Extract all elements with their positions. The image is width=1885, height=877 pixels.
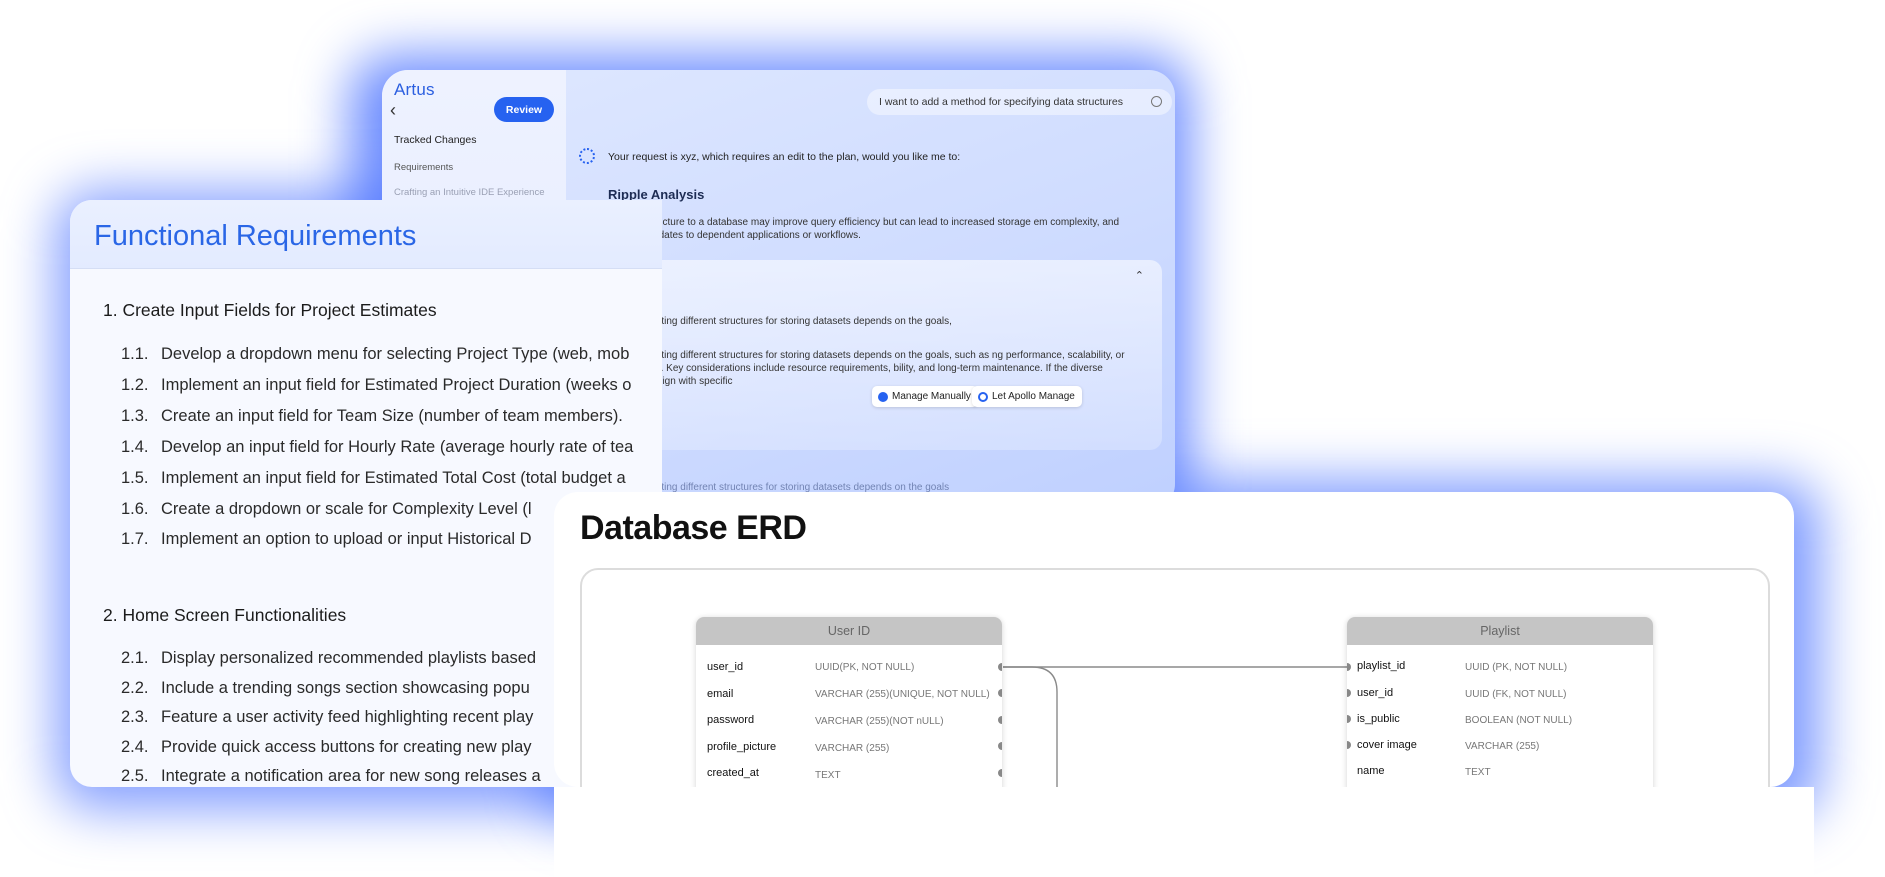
field-type: BOOLEAN (NOT NULL) [1465, 715, 1573, 726]
table-header: User ID [696, 617, 1002, 645]
field-name: playlist_id [1357, 660, 1406, 672]
field-name: cover image [1357, 739, 1417, 751]
field-name: user_id [707, 661, 744, 673]
connector-dot[interactable] [1347, 741, 1351, 749]
connector-dot[interactable] [998, 689, 1002, 697]
table-header: Playlist [1347, 617, 1653, 645]
field-name: email [707, 688, 734, 700]
connector-dot[interactable] [1347, 689, 1351, 697]
field-type: TEXT [815, 770, 841, 781]
field-type: TEXT [1465, 767, 1491, 778]
connector-dot[interactable] [998, 769, 1002, 777]
connector-dot[interactable] [998, 742, 1002, 750]
connector-dot[interactable] [1347, 663, 1351, 671]
field-name: name [1357, 765, 1385, 777]
connector-dot[interactable] [1347, 715, 1351, 723]
field-type: VARCHAR (255)(NOT nULL) [815, 716, 944, 727]
field-name: password [707, 714, 755, 726]
erd-clip-mask [554, 787, 1814, 877]
field-type: VARCHAR (255) [815, 743, 890, 754]
field-name: created_at [707, 767, 759, 779]
field-type: UUID (PK, NOT NULL) [1465, 662, 1568, 673]
connector-dot[interactable] [998, 663, 1002, 671]
connector-dot[interactable] [998, 716, 1002, 724]
field-type: VARCHAR (255)(UNIQUE, NOT NULL) [815, 689, 990, 700]
field-type: VARCHAR (255) [1465, 741, 1540, 752]
field-name: is_public [1357, 713, 1400, 725]
field-type: UUID(PK, NOT NULL) [815, 662, 915, 673]
field-name: user_id [1357, 687, 1394, 699]
field-name: profile_picture [707, 741, 777, 753]
relationship-line [1003, 666, 1058, 787]
field-type: UUID (FK, NOT NULL) [1465, 689, 1567, 700]
